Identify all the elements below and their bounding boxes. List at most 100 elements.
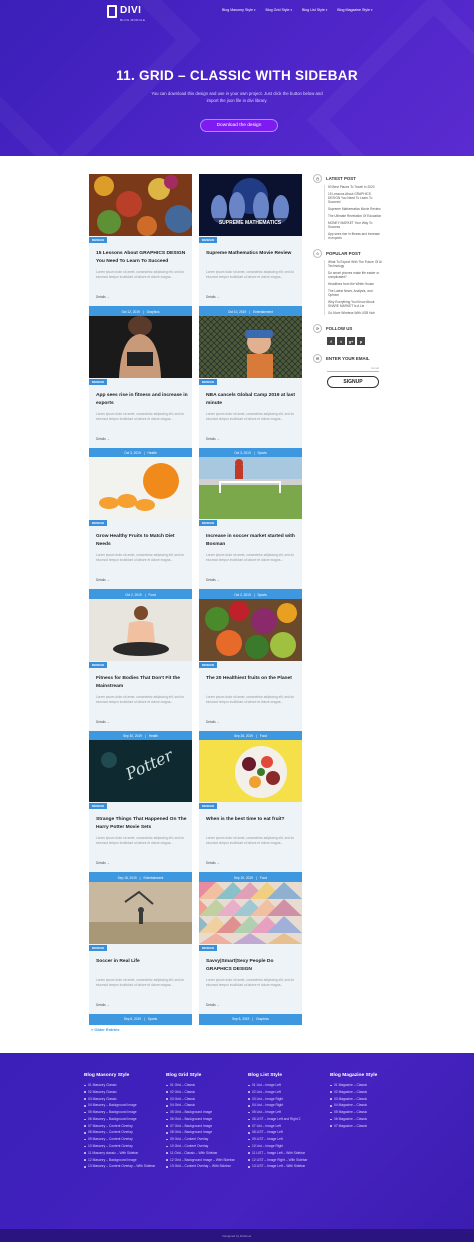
footer-link[interactable]: 05 Grid – Background Image	[166, 1110, 242, 1115]
sidebar-post-link[interactable]: What To Expect With The Future Of AI Tec…	[328, 260, 383, 268]
read-more-link[interactable]: Details →	[206, 720, 220, 724]
post-tag[interactable]: DESIGN	[199, 803, 217, 809]
post-title[interactable]: The 20 Healthiest fruits on the Planet	[206, 675, 298, 683]
google-plus-icon[interactable]: g+	[347, 337, 355, 345]
read-more-link[interactable]: Details →	[206, 437, 220, 441]
footer-link[interactable]: 10 Grid – Content Overlay	[166, 1144, 242, 1149]
footer-link[interactable]: 01 Grid – Classic	[166, 1083, 242, 1088]
sidebar-post-link[interactable]: The Latest News, Analysis, and Opinion	[328, 289, 383, 297]
post-title[interactable]: Grow Healthy Fruits to Match Diet Needs	[96, 533, 188, 549]
footer-link[interactable]: 07 Magazine – Classic	[330, 1124, 406, 1129]
post-image[interactable]	[199, 598, 302, 661]
footer-link[interactable]: 05 Masonry – Background Image	[84, 1110, 160, 1115]
post-tag[interactable]: DESIGN	[89, 520, 107, 526]
footer-link[interactable]: 07 List – Image Left	[248, 1124, 324, 1129]
sidebar-post-link[interactable]: App sees rise in fitness and increase in…	[328, 232, 383, 240]
footer-link[interactable]: 08 Grid – Background Image	[166, 1130, 242, 1135]
footer-link[interactable]: 01 List – Image Left	[248, 1083, 324, 1088]
footer-link[interactable]: 04 Grid – Classic	[166, 1103, 242, 1108]
post-category[interactable]: Sports	[148, 1017, 157, 1021]
footer-link[interactable]: 07 Grid – Background Image	[166, 1124, 242, 1129]
footer-link[interactable]: 12 Masonry – Background Image	[84, 1158, 160, 1163]
post-title[interactable]: NBA cancels Global Camp 2019 at last min…	[206, 392, 298, 408]
footer-link[interactable]: 06 Magazine – Classic	[330, 1117, 406, 1122]
post-tag[interactable]: DESIGN	[89, 661, 107, 668]
post-image[interactable]	[89, 457, 192, 519]
post-image[interactable]	[199, 740, 302, 802]
post-title[interactable]: Savvy|Smart|Sexy People Do GRAPHICS DESI…	[206, 958, 298, 974]
read-more-link[interactable]: Details →	[96, 437, 110, 441]
post-category[interactable]: Entertainment	[253, 310, 273, 314]
post-card[interactable]: DESIGN Soccer in Real Life Lorem ipsum dol…	[89, 881, 192, 1025]
post-image[interactable]	[89, 881, 192, 944]
footer-link[interactable]: 10 List – Image Right	[248, 1144, 324, 1149]
footer-link[interactable]: 11 Masonry classic – With Sidebar	[84, 1151, 160, 1156]
post-title[interactable]: App sees rise in fitness and increase in…	[96, 392, 188, 408]
post-image[interactable]	[199, 315, 302, 378]
footer-link[interactable]: 01 Magazine – Classic	[330, 1083, 406, 1088]
facebook-icon[interactable]: f	[327, 337, 335, 345]
post-tag[interactable]: DESIGN	[89, 944, 107, 951]
footer-link[interactable]: 13 Masonry – Content Overlay – With Side…	[84, 1164, 160, 1169]
post-tag[interactable]: DESIGN	[199, 378, 217, 385]
post-image[interactable]: SUPREME MATHEMATICS	[199, 174, 302, 236]
post-title[interactable]: When is the best time to eat fruit?	[206, 816, 298, 824]
footer-link[interactable]: 03 Grid – Classic	[166, 1097, 242, 1102]
footer-link[interactable]: 02 List – Image Left	[248, 1090, 324, 1095]
download-design-button[interactable]: Download the design	[200, 119, 278, 132]
sidebar-post-link[interactable]: Headlines from the White House	[328, 282, 383, 286]
read-more-link[interactable]: Details →	[96, 720, 110, 724]
pinterest-icon[interactable]: p	[357, 337, 365, 345]
site-logo[interactable]: DIVI BLOG MODULE	[107, 4, 145, 22]
footer-link[interactable]: 08 LIST – Image Left	[248, 1130, 324, 1135]
nav-item-blog-masonry[interactable]: Blog Masonry Style▾	[222, 8, 255, 12]
post-image[interactable]	[89, 174, 192, 236]
footer-link[interactable]: 10 Masonry – Content Overlay	[84, 1144, 160, 1149]
signup-button[interactable]: SIGNUP	[327, 376, 379, 388]
post-title[interactable]: Soccer in Real Life	[96, 958, 188, 966]
footer-link[interactable]: 06 Masonry – Background Image	[84, 1117, 160, 1122]
footer-link[interactable]: 02 Magazine – Classic	[330, 1090, 406, 1095]
sidebar-post-link[interactable]: The Ultimate Revelation Of Education	[328, 214, 383, 218]
post-title[interactable]: Increase in soccer market started with B…	[206, 533, 298, 549]
read-more-link[interactable]: Details →	[206, 578, 220, 582]
twitter-icon[interactable]: t	[337, 337, 345, 345]
footer-link[interactable]: 12 Grid – Background Image – With Sideba…	[166, 1158, 242, 1163]
footer-link[interactable]: 07 Masonry – Content Overlay	[84, 1124, 160, 1129]
footer-link[interactable]: 13 Grid – Content Overlay – With Sidebar	[166, 1164, 242, 1169]
sidebar-post-link[interactable]: Do smart phones make life easier or comp…	[328, 271, 383, 279]
post-tag[interactable]: DESIGN	[89, 378, 107, 385]
post-image[interactable]	[199, 881, 302, 944]
nav-item-blog-magazine[interactable]: Blog Magazine Style▾	[337, 8, 372, 12]
post-title[interactable]: Strange Things That Happened On The Harr…	[96, 816, 188, 832]
footer-link[interactable]: 03 List – Image Right	[248, 1097, 324, 1102]
post-tag[interactable]: DESIGN	[89, 803, 107, 809]
post-category[interactable]: Food	[260, 876, 267, 880]
post-tag[interactable]: DESIGN	[199, 520, 217, 526]
post-card[interactable]: DESIGN 15 Lessons About GRAPHICS DESIGN Y…	[89, 174, 192, 317]
post-category[interactable]: Food	[260, 734, 267, 738]
footer-link[interactable]: 03 Masonry Classic	[84, 1097, 160, 1102]
read-more-link[interactable]: Details →	[96, 295, 110, 299]
footer-link[interactable]: 08 Masonry – Content Overlay	[84, 1130, 160, 1135]
footer-link[interactable]: 01 Masonry Classic	[84, 1083, 160, 1088]
footer-link[interactable]: 06 Grid – Background Image	[166, 1117, 242, 1122]
sidebar-post-link[interactable]: MONEY MARKET Your Way To Success	[328, 221, 383, 229]
email-field[interactable]: Email	[327, 366, 379, 372]
sidebar-post-link[interactable]: Why Everything You Know About SHARE MARK…	[328, 300, 383, 308]
older-entries-link[interactable]: « Older Entries	[91, 1027, 119, 1032]
read-more-link[interactable]: Details →	[96, 578, 110, 582]
post-image[interactable]	[89, 315, 192, 378]
footer-link[interactable]: 12 LIST – Image Right – With Sidebar	[248, 1158, 324, 1163]
post-card[interactable]: DESIGN Fitness for Bodies That Don't Fit …	[89, 598, 192, 742]
post-card[interactable]: DESIGN Increase in soccer market started …	[199, 457, 302, 600]
post-image[interactable]	[199, 457, 302, 519]
post-category[interactable]: Health	[149, 734, 158, 738]
post-category[interactable]: Food	[149, 593, 156, 597]
post-title[interactable]: 15 Lessons About GRAPHICS DESIGN You Nee…	[96, 250, 188, 266]
footer-link[interactable]: 09 LIST – Image Left	[248, 1137, 324, 1142]
nav-item-blog-list[interactable]: Blog List Style▾	[302, 8, 327, 12]
nav-item-blog-grid[interactable]: Blog Grid Style▾	[265, 8, 291, 12]
post-card[interactable]: DESIGN The 20 Healthiest fruits on the Pl…	[199, 598, 302, 742]
post-title[interactable]: Supreme Mathematics Movie Review	[206, 250, 298, 258]
